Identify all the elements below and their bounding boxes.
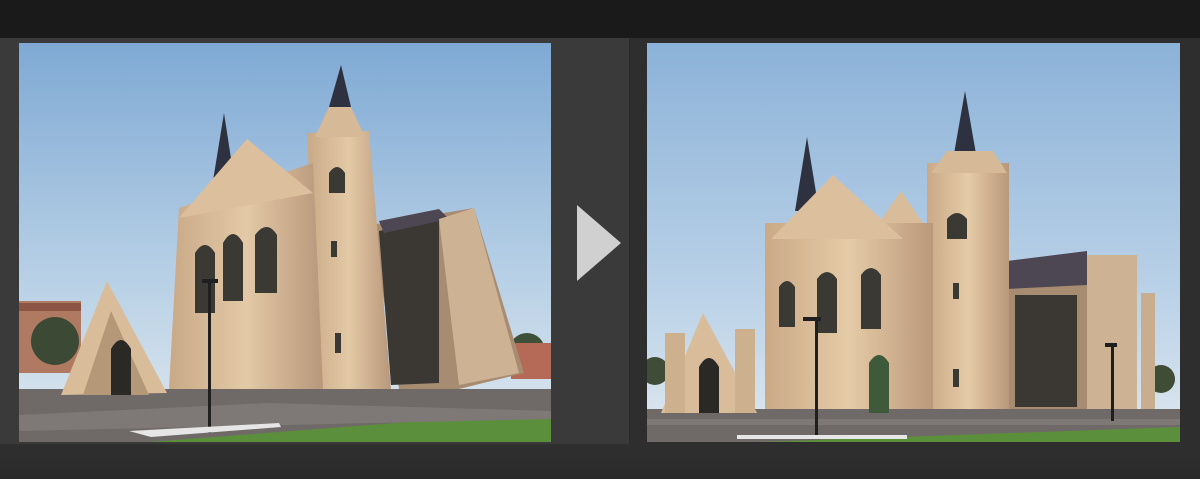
top-bar: [0, 0, 1200, 38]
bottom-bar: [0, 444, 1200, 479]
next-arrow-icon[interactable]: [573, 203, 625, 283]
after-image[interactable]: [647, 43, 1180, 442]
comparison-viewer: [0, 0, 1200, 479]
before-image[interactable]: [19, 43, 551, 442]
